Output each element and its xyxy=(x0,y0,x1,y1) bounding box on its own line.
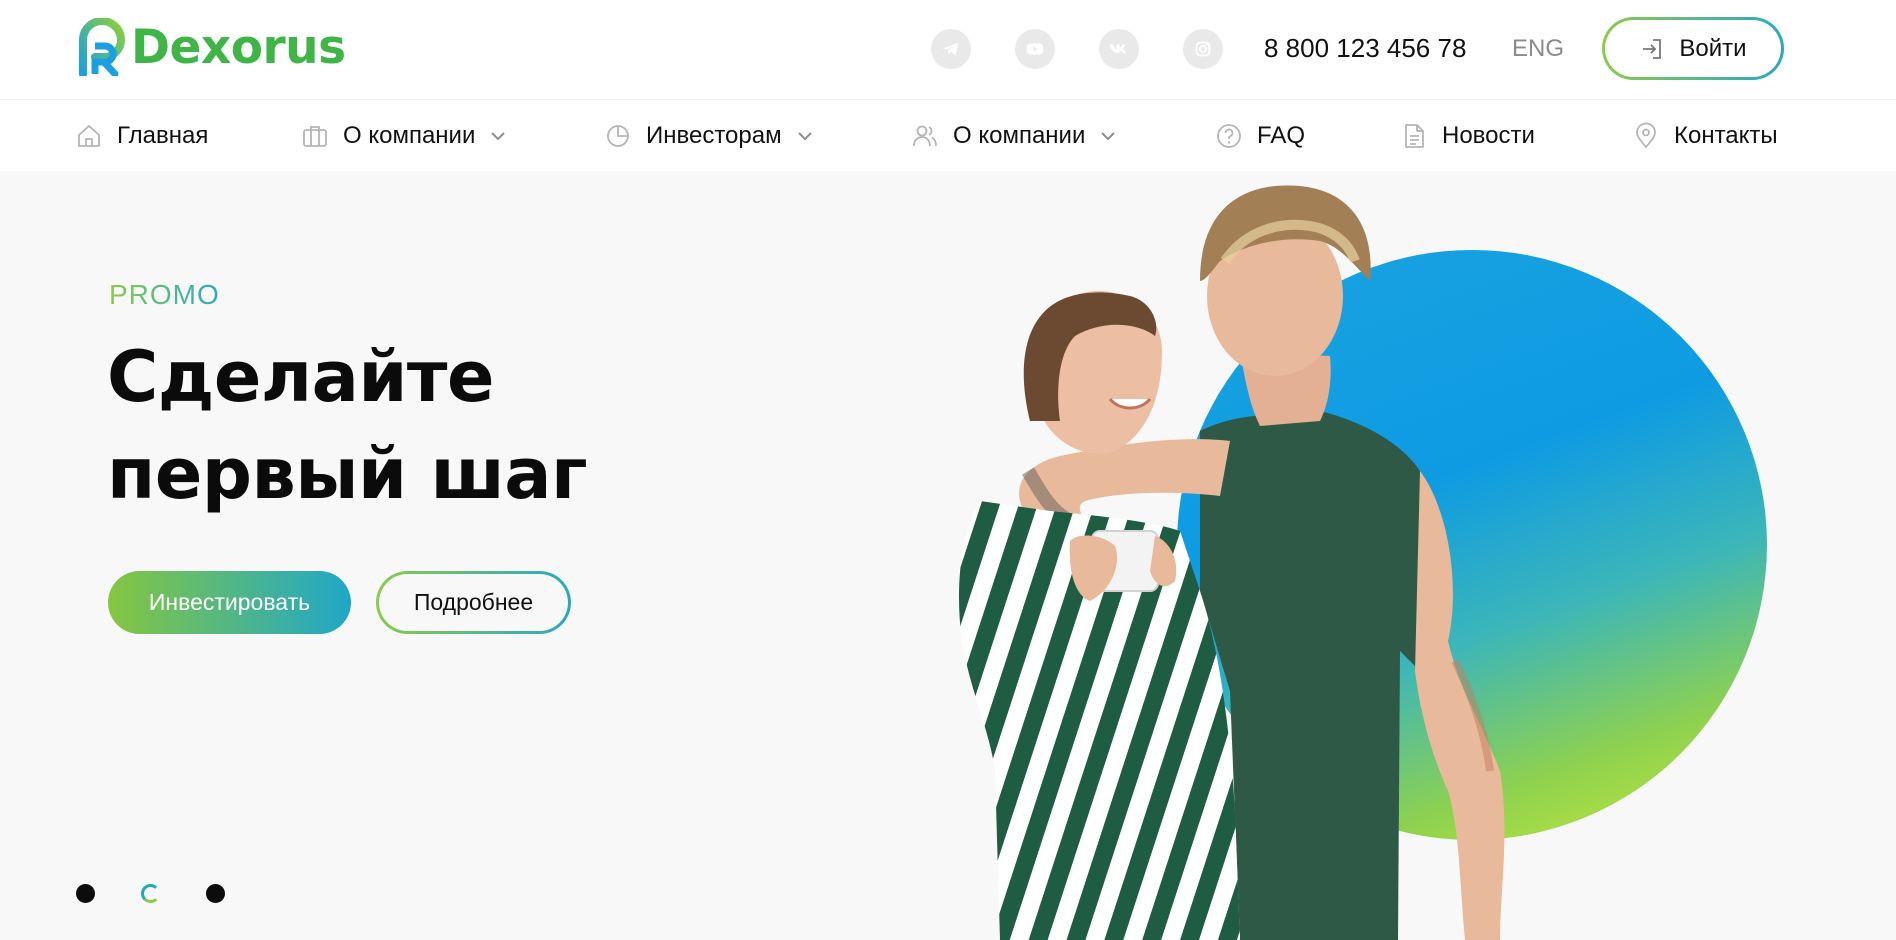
nav-item-contacts[interactable]: Контакты xyxy=(1632,100,1778,172)
telegram-icon[interactable] xyxy=(931,29,971,69)
more-button[interactable]: Подробнее xyxy=(376,571,571,634)
nav-item-home[interactable]: Главная xyxy=(75,100,208,172)
phone-number[interactable]: 8 800 123 456 78 xyxy=(1264,33,1466,64)
nav-item-label: О компании xyxy=(953,122,1086,149)
chevron-down-icon xyxy=(1101,132,1116,141)
logo-mark-icon xyxy=(79,18,126,76)
nav-item-label: Главная xyxy=(117,122,209,149)
nav-item-about-2[interactable]: О компании xyxy=(911,100,1117,172)
nav-item-label: FAQ xyxy=(1257,122,1306,149)
slider-dot-3[interactable] xyxy=(206,884,225,903)
nav-item-about[interactable]: О компании xyxy=(301,100,507,172)
main-nav: Главная О компании Инвесторам О компании… xyxy=(0,99,1896,171)
home-icon xyxy=(78,125,100,147)
nav-item-investors[interactable]: Инвесторам xyxy=(604,100,814,172)
instagram-icon[interactable] xyxy=(1183,29,1223,69)
vk-icon[interactable] xyxy=(1099,29,1139,69)
hero-title: Сделайте первый шаг xyxy=(107,329,588,523)
slider-dot-2-active[interactable] xyxy=(141,884,160,903)
users-icon xyxy=(913,125,937,147)
logo[interactable]: Dexorus xyxy=(75,18,346,76)
hero-slider: PROMO Сделайте первый шаг Инвестировать … xyxy=(0,171,1896,940)
nav-item-news[interactable]: Новости xyxy=(1400,100,1535,172)
slider-pagination xyxy=(76,884,225,903)
logo-text: Dexorus xyxy=(131,19,346,75)
hero-title-line-1: Сделайте xyxy=(107,336,494,418)
youtube-icon[interactable] xyxy=(1015,29,1055,69)
document-icon xyxy=(1405,124,1424,148)
slider-dot-1[interactable] xyxy=(76,884,95,903)
nav-item-label: О компании xyxy=(343,122,476,149)
login-button[interactable]: Войти xyxy=(1602,17,1784,80)
nav-item-label: Инвесторам xyxy=(646,122,782,149)
nav-item-label: Новости xyxy=(1442,122,1535,149)
hero-photo-couple xyxy=(959,185,1505,940)
briefcase-icon xyxy=(303,126,327,147)
nav-item-faq[interactable]: FAQ xyxy=(1215,100,1305,172)
question-icon xyxy=(1217,124,1241,148)
site-header: Dexorus 8 800 123 456 78 ENG Войти xyxy=(0,0,1896,99)
invest-button[interactable]: Инвестировать xyxy=(108,571,351,634)
language-switch[interactable]: ENG xyxy=(1512,35,1564,63)
hero-title-line-2: первый шаг xyxy=(107,433,588,515)
chevron-down-icon xyxy=(491,132,506,141)
login-label: Войти xyxy=(1679,34,1747,62)
location-pin-icon xyxy=(1636,122,1656,149)
social-links xyxy=(931,29,1223,69)
nav-item-label: Контакты xyxy=(1674,122,1778,149)
login-icon xyxy=(1643,38,1662,59)
hero-eyebrow: PROMO xyxy=(109,279,220,310)
pie-chart-icon xyxy=(607,125,629,147)
chevron-down-icon xyxy=(797,132,812,141)
